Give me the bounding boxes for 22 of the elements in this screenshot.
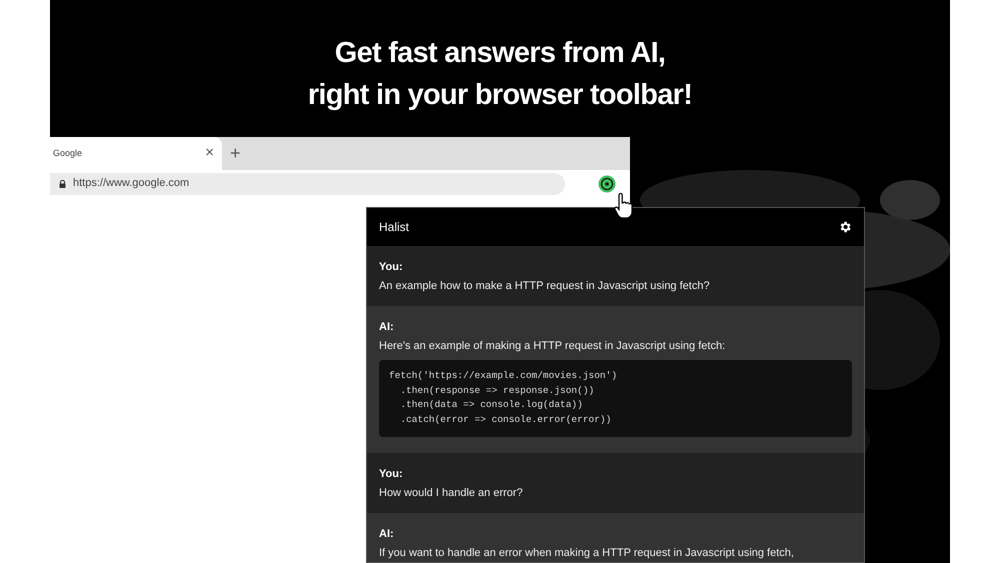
message-text: An example how to make a HTTP request in Javascript using fetch? — [379, 279, 711, 294]
message-text: How would I handle an error? — [379, 486, 524, 501]
new-tab-button[interactable]: + — [230, 137, 241, 170]
popup-title: Halist — [379, 219, 410, 236]
sender-label: AI: — [379, 320, 395, 335]
code-line: fetch('https://example.com/movies.json') — [389, 369, 618, 383]
headline: Get fast answers from AI, — [334, 36, 666, 71]
code-line: .then(response => response.json()) — [399, 384, 596, 398]
code-line: .then(data => console.log(data)) — [399, 398, 584, 412]
message-text: Here's an example of making a HTTP request in Javascript using fetch: — [379, 339, 726, 354]
address-bar[interactable]: https://www.google.com — [50, 172, 565, 194]
browser-tab[interactable]: Google × — [50, 137, 222, 170]
settings-icon[interactable] — [838, 220, 852, 234]
sender-label: You: — [379, 260, 404, 275]
sender-label: AI: — [379, 526, 395, 542]
sender-label: You: — [379, 466, 404, 482]
extension-icon[interactable] — [598, 174, 616, 192]
close-tab-button[interactable]: × — [205, 142, 214, 165]
message-text: If you want to handle an error when making a HTTP request in Javascript using fetch, — [379, 546, 795, 561]
headline: right in your browser toolbar! — [308, 78, 692, 113]
code-line: .catch(error => console.error(error)) — [399, 413, 612, 428]
lock-icon — [59, 180, 66, 188]
